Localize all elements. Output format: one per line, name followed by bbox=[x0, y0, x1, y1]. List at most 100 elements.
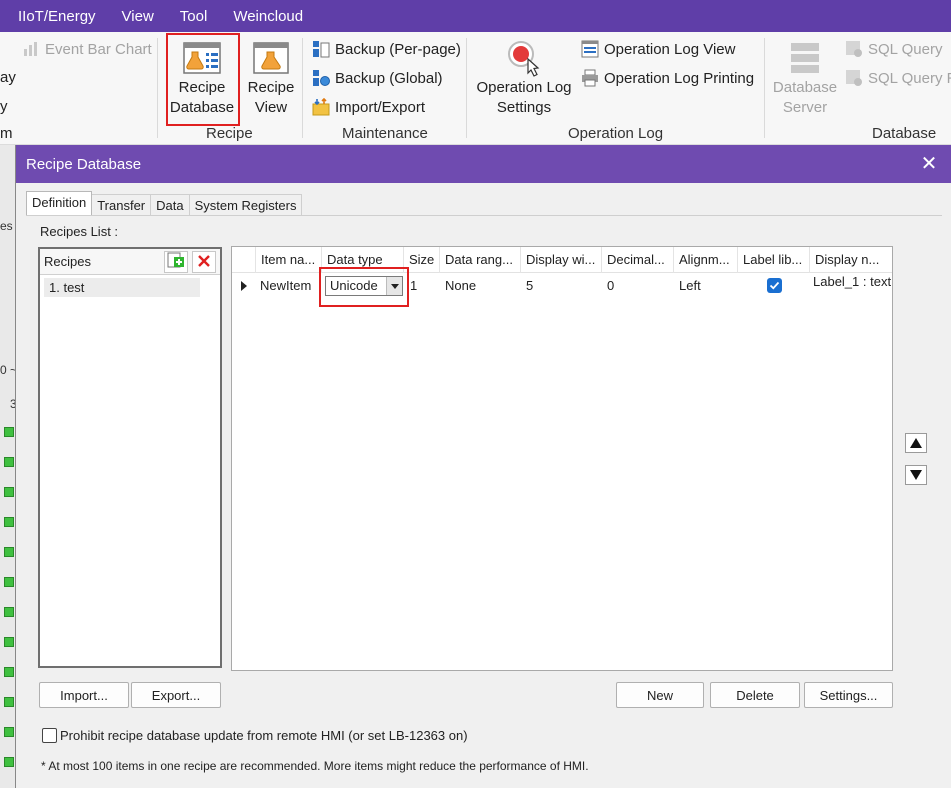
cell-size[interactable]: 1 bbox=[410, 274, 417, 298]
highlight-data-type bbox=[319, 267, 409, 307]
ribbon: ay y m Event Bar Chart Recipe Database R… bbox=[0, 32, 951, 145]
database-server-label-1: Database bbox=[772, 79, 838, 96]
database-server-label-2: Server bbox=[782, 99, 828, 116]
backup-per-page-label: Backup (Per-page) bbox=[335, 40, 461, 58]
column-alignment[interactable]: Alignm... bbox=[674, 247, 738, 273]
backup-global-icon bbox=[312, 69, 330, 87]
new-button[interactable]: New bbox=[616, 682, 704, 708]
ribbon-separator bbox=[466, 38, 467, 138]
recipe-view-button[interactable]: Recipe View bbox=[242, 38, 300, 118]
add-recipe-button[interactable] bbox=[164, 251, 188, 273]
status-square bbox=[4, 457, 14, 467]
backup-per-page-button[interactable]: Backup (Per-page) bbox=[312, 40, 461, 58]
tab-definition[interactable]: Definition bbox=[26, 191, 93, 215]
status-square bbox=[4, 607, 14, 617]
event-bar-chart-button[interactable]: Event Bar Chart bbox=[22, 40, 152, 58]
tab-data[interactable]: Data bbox=[150, 194, 190, 215]
delete-recipe-button[interactable] bbox=[192, 251, 216, 273]
move-down-button[interactable] bbox=[905, 465, 927, 485]
definition-panel: Recipes List : Recipes 1. test Item na..… bbox=[26, 215, 942, 788]
record-cursor-icon bbox=[474, 38, 574, 78]
sql-query-result-label: SQL Query R bbox=[868, 69, 951, 87]
column-display-width[interactable]: Display wi... bbox=[521, 247, 602, 273]
operation-log-group-label: Operation Log bbox=[568, 125, 664, 142]
check-icon bbox=[769, 281, 780, 290]
add-recipe-icon bbox=[167, 252, 185, 273]
recipes-header: Recipes bbox=[40, 249, 220, 275]
cell-data-range[interactable]: None bbox=[445, 274, 476, 298]
dialog-tabs: Definition Transfer Data System Register… bbox=[26, 191, 303, 215]
bar-chart-icon bbox=[22, 40, 40, 58]
delete-button[interactable]: Delete bbox=[710, 682, 800, 708]
operation-log-settings-button[interactable]: Operation Log Settings bbox=[474, 38, 574, 118]
import-export-button[interactable]: Import/Export bbox=[312, 97, 426, 116]
cell-alignment[interactable]: Left bbox=[679, 274, 701, 298]
cell-item-name[interactable]: NewItem bbox=[260, 274, 311, 298]
backup-global-label: Backup (Global) bbox=[335, 69, 443, 87]
sql-result-icon bbox=[845, 69, 863, 87]
operation-log-printing-label: Operation Log Printing bbox=[604, 69, 755, 87]
column-decimal[interactable]: Decimal... bbox=[602, 247, 674, 273]
menu-tool[interactable]: Tool bbox=[180, 8, 208, 25]
recipe-view-label-2: View bbox=[254, 99, 288, 116]
operation-log-view-button[interactable]: Operation Log View bbox=[581, 40, 735, 58]
folder-import-icon bbox=[312, 97, 330, 116]
recipe-items-table: Item na... Data type Size Data rang... D… bbox=[231, 246, 893, 671]
prohibit-update-checkbox[interactable] bbox=[42, 728, 57, 743]
recipes-list[interactable]: Recipes 1. test bbox=[38, 247, 222, 668]
performance-note: * At most 100 items in one recipe are re… bbox=[41, 759, 589, 773]
arrow-down-icon bbox=[910, 470, 922, 480]
prohibit-update-label: Prohibit recipe database update from rem… bbox=[60, 728, 468, 743]
dialog-titlebar: Recipe Database ✕ bbox=[16, 145, 951, 183]
column-data-range[interactable]: Data rang... bbox=[440, 247, 521, 273]
tab-system-registers[interactable]: System Registers bbox=[188, 194, 303, 215]
ribbon-separator bbox=[302, 38, 303, 138]
ribbon-separator bbox=[157, 38, 158, 138]
list-item[interactable]: 1. test bbox=[44, 278, 200, 297]
operation-log-view-label: Operation Log View bbox=[604, 40, 736, 58]
operation-log-printing-button[interactable]: Operation Log Printing bbox=[581, 69, 754, 87]
recipe-view-icon bbox=[242, 38, 300, 78]
settings-button[interactable]: Settings... bbox=[804, 682, 893, 708]
recipe-database-dialog: Recipe Database ✕ Definition Transfer Da… bbox=[15, 145, 951, 788]
sql-icon bbox=[845, 40, 863, 58]
cell-display-width[interactable]: 5 bbox=[526, 274, 533, 298]
cell-display-name[interactable]: Label_1 : text bbox=[813, 270, 891, 294]
close-button[interactable]: ✕ bbox=[918, 153, 940, 175]
backup-global-button[interactable]: Backup (Global) bbox=[312, 69, 443, 87]
label-library-checkbox[interactable] bbox=[767, 278, 782, 293]
column-item-name[interactable]: Item na... bbox=[256, 247, 322, 273]
ribbon-separator bbox=[764, 38, 765, 138]
export-button[interactable]: Export... bbox=[131, 682, 221, 708]
status-square bbox=[4, 547, 14, 557]
import-export-label: Import/Export bbox=[335, 98, 426, 116]
recipes-list-label: Recipes List : bbox=[40, 224, 119, 239]
maintenance-group-label: Maintenance bbox=[342, 125, 428, 142]
menu-bar: IIoT/Energy View Tool Weincloud bbox=[0, 0, 951, 32]
tab-transfer[interactable]: Transfer bbox=[91, 194, 152, 215]
menu-view[interactable]: View bbox=[122, 8, 154, 25]
recipes-header-label: Recipes bbox=[44, 254, 91, 269]
close-icon: ✕ bbox=[920, 153, 938, 175]
menu-iiot-energy[interactable]: IIoT/Energy bbox=[18, 8, 96, 25]
header-corner bbox=[232, 247, 256, 273]
sql-query-button[interactable]: SQL Query bbox=[845, 40, 942, 58]
sql-query-result-button[interactable]: SQL Query R bbox=[845, 69, 951, 87]
status-square bbox=[4, 487, 14, 497]
operation-log-settings-label-1: Operation Log bbox=[476, 79, 572, 96]
database-server-button[interactable]: Database Server bbox=[770, 38, 840, 118]
log-view-icon bbox=[581, 40, 599, 58]
highlight-recipe-database bbox=[166, 33, 240, 126]
status-square bbox=[4, 517, 14, 527]
status-square bbox=[4, 577, 14, 587]
column-size[interactable]: Size bbox=[404, 247, 440, 273]
status-square bbox=[4, 697, 14, 707]
printer-icon bbox=[581, 69, 599, 87]
status-square bbox=[4, 427, 14, 437]
import-button[interactable]: Import... bbox=[39, 682, 129, 708]
background-fragment-1: es bbox=[0, 219, 13, 233]
column-label-library[interactable]: Label lib... bbox=[738, 247, 810, 273]
cell-decimal[interactable]: 0 bbox=[607, 274, 614, 298]
move-up-button[interactable] bbox=[905, 433, 927, 453]
menu-weincloud[interactable]: Weincloud bbox=[233, 8, 303, 25]
